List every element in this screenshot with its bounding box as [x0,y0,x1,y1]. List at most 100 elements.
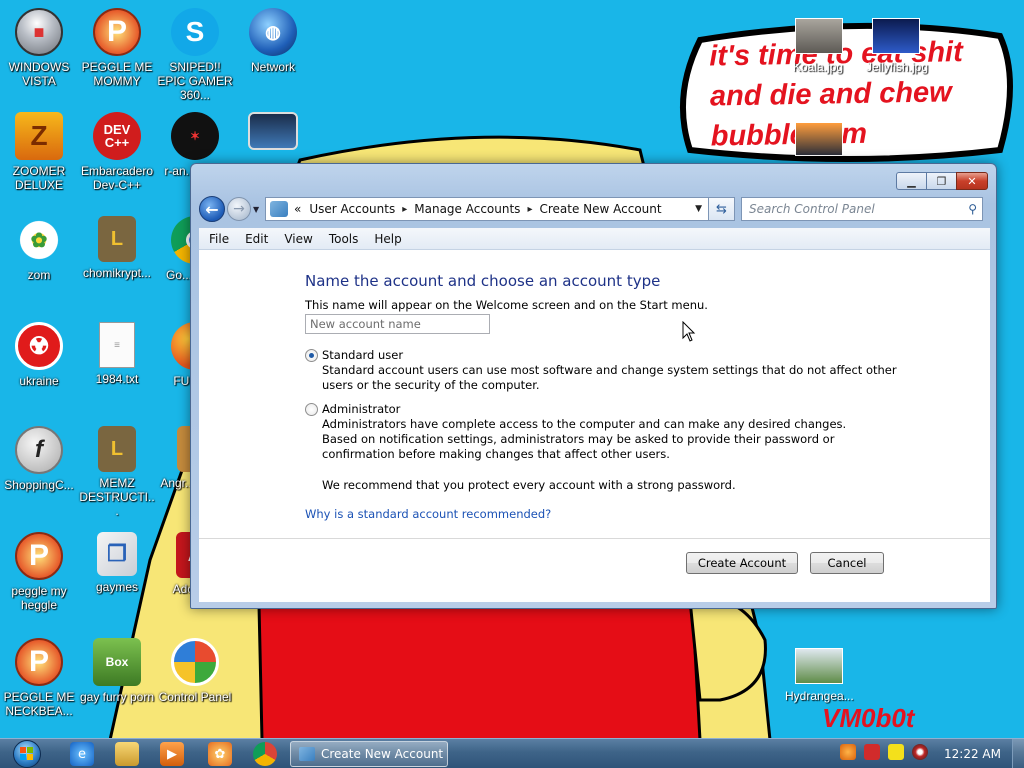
name-description: This name will appear on the Welcome scr… [305,298,708,312]
volume-tray-icon[interactable] [912,744,928,760]
internet-explorer-icon[interactable]: e [70,742,94,766]
chrome-taskbar-icon[interactable] [253,742,277,766]
vmobot-watermark: VM0b0t [822,703,915,733]
jellyfish-label: Jellyfish.jpg [866,60,929,74]
menu-tools[interactable]: Tools [329,232,359,246]
administrator-description: Administrators have complete access to t… [322,417,847,461]
flag-tray-icon[interactable] [864,744,880,760]
peggle-icon: P [15,638,63,686]
address-dropdown-icon[interactable]: ▼ [695,204,702,214]
desktop-icon-gay-furry-porn[interactable]: Box gay furry porn [78,638,156,734]
breadcrumb-separator-icon[interactable]: ▸ [527,204,532,215]
desktop-icon-control-panel[interactable]: Control Panel [156,638,234,734]
administrator-label[interactable]: Administrator [322,402,400,416]
desktop-icon-1984-txt[interactable]: ≡ 1984.txt [78,322,156,418]
recent-pages-dropdown[interactable]: ▼ [253,205,263,214]
desktop-icon-peggle-me-neckbeard[interactable]: P PEGGLE ME NECKBEA... [0,638,78,734]
network-globe-icon: ◍ [249,8,297,56]
control-panel-icon [270,201,288,217]
breadcrumb-user-accounts[interactable]: User Accounts [309,202,395,216]
speech-bubble-text: it's time to eat shit and die and chew b… [709,36,964,153]
windows-logo-icon [13,740,41,768]
chomikrypt-icon: L [98,216,136,262]
control-panel-icon [299,747,315,761]
menu-view[interactable]: View [284,232,312,246]
desktop-icon-devcpp[interactable]: DEV C++ Embarcadero Dev-C++ [78,112,156,208]
create-account-button[interactable]: Create Account [686,552,798,574]
start-button[interactable] [8,740,46,768]
breadcrumb-create-new-account[interactable]: Create New Account [539,202,661,216]
forward-arrow-icon: → [233,201,245,217]
flash-icon: f [15,426,63,474]
content-pane: Name the account and choose an account t… [199,250,990,602]
administrator-option[interactable]: Administrator [305,402,400,416]
peggle-icon: P [93,8,141,56]
search-icon[interactable]: ⚲ [968,202,977,216]
minimize-button[interactable]: ▁ [896,172,926,190]
back-button[interactable]: ← [199,196,225,222]
magnifier-tray-icon[interactable] [840,744,856,760]
forward-button[interactable]: → [227,197,251,221]
standard-user-description: Standard account users can use most soft… [322,363,897,392]
clock[interactable]: 12:22 AM [944,739,1001,768]
hydrangea-label: Hydrangea... [785,689,854,703]
desktop-icon-peggle-my-heggle[interactable]: P peggle my heggle [0,532,78,628]
show-desktop-button[interactable] [1012,739,1024,768]
standard-user-label[interactable]: Standard user [322,348,403,362]
peggle-icon: P [15,532,63,580]
media-player-icon[interactable]: ▶ [160,742,184,766]
menu-help[interactable]: Help [374,232,401,246]
monitor-icon [248,112,298,150]
desktop-icon-network[interactable]: ◍ Network [234,8,312,104]
file-explorer-icon[interactable] [115,742,139,766]
koala-thumbnail[interactable] [795,18,843,54]
standard-user-option[interactable]: Standard user [305,348,403,362]
cancel-button[interactable]: Cancel [810,552,884,574]
game-icon[interactable]: ✿ [208,742,232,766]
desktop-icon-windows-vista[interactable]: ■ WINDOWS VISTA [0,8,78,104]
radiation-icon: ☢ [15,322,63,370]
network-tray-icon[interactable] [888,744,904,760]
breadcrumb-overflow[interactable]: « [294,202,301,216]
menu-bar: File Edit View Tools Help [199,228,990,250]
desktop-icon-sniped[interactable]: S SNIPED!! EPIC GAMER 360... [156,8,234,104]
desktop-icon-peggle-me-mommy[interactable]: P PEGGLE ME MOMMY [78,8,156,104]
search-box[interactable]: Search Control Panel ⚲ [741,197,983,221]
desktop-icon-zoomer-deluxe[interactable]: Z ZOOMER DELUXE [0,112,78,208]
devcpp-icon: DEV C++ [93,112,141,160]
desktop-icon-gaymes[interactable]: ❐ gaymes [78,532,156,628]
account-name-input[interactable] [305,314,490,334]
divider [199,538,990,539]
breadcrumb-manage-accounts[interactable]: Manage Accounts [414,202,520,216]
maximize-button[interactable]: ❐ [926,172,956,190]
hydrangea-thumbnail[interactable] [795,648,843,684]
desktop-icon-zom[interactable]: ✿ zom [0,216,78,312]
standard-user-radio[interactable] [305,348,318,362]
address-bar[interactable]: « User Accounts ▸ Manage Accounts ▸ Crea… [265,197,709,221]
password-recommendation: We recommend that you protect every acco… [322,478,736,492]
taskbar: e ▶ ✿ Create New Account 12:22 AM [0,738,1024,768]
jellyfish-thumbnail[interactable] [872,18,920,54]
zoomer-icon: Z [15,112,63,160]
window-controls: ▁ ❐ ✕ [896,172,988,190]
taskbar-active-window-label: Create New Account [321,747,444,761]
breadcrumb-separator-icon[interactable]: ▸ [402,204,407,215]
desert-thumbnail[interactable] [795,122,843,156]
control-panel-icon [171,638,219,686]
desktop-icon-memz[interactable]: L MEMZ DESTRUCTI... [78,426,156,522]
desktop-icon-ukraine[interactable]: ☢ ukraine [0,322,78,418]
taskbar-active-window[interactable]: Create New Account [290,741,448,767]
menu-edit[interactable]: Edit [245,232,268,246]
skype-icon: S [171,8,219,56]
ranime-icon: ✶ [171,112,219,160]
menu-file[interactable]: File [209,232,229,246]
system-tray [840,744,936,760]
why-standard-account-link[interactable]: Why is a standard account recommended? [305,507,551,521]
search-placeholder: Search Control Panel [749,202,875,216]
administrator-radio[interactable] [305,402,318,416]
refresh-button[interactable]: ⇆ [709,197,735,221]
close-button[interactable]: ✕ [956,172,988,190]
desktop-icon-shoppingc[interactable]: f ShoppingC... [0,426,78,522]
desktop-icon-chomikrypt[interactable]: L chomikrypt... [78,216,156,312]
flower-icon: ✿ [15,216,63,264]
